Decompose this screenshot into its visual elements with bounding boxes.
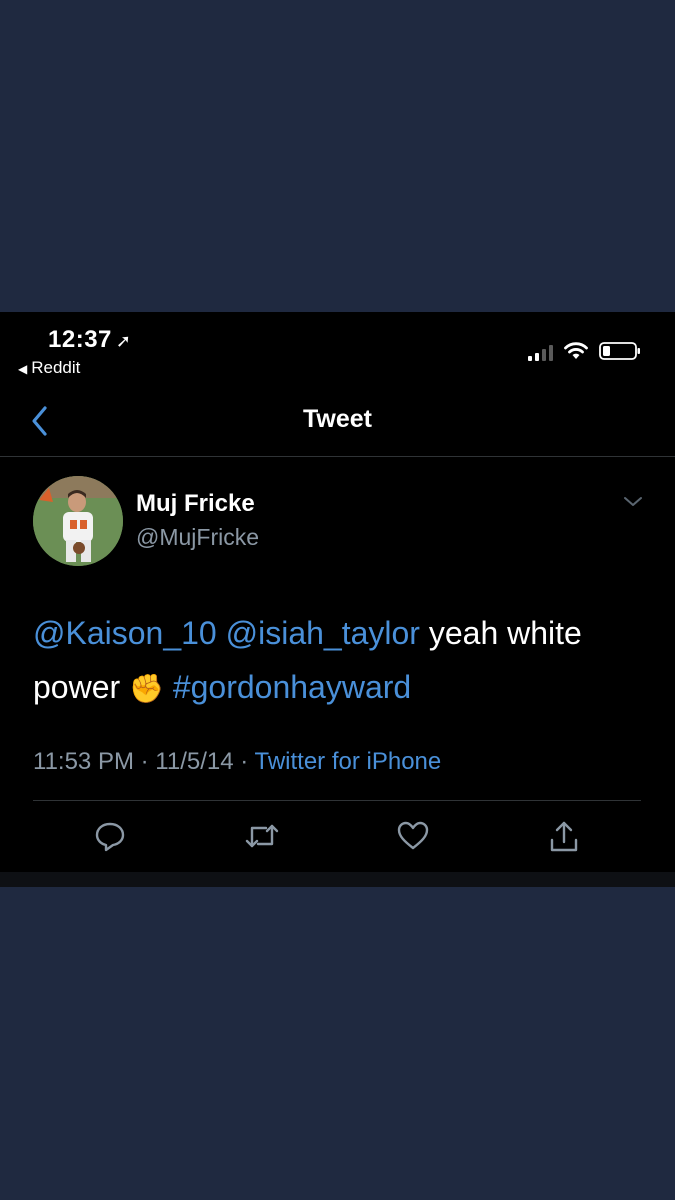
raised-fist-emoji: ✊ [129, 673, 164, 704]
divider [33, 800, 641, 801]
tweet-source-link[interactable]: Twitter for iPhone [255, 748, 442, 775]
clock-text: 12:37 [48, 326, 112, 353]
status-icons [528, 339, 641, 361]
signal-icon [528, 343, 553, 361]
meta-separator: · [240, 748, 249, 775]
avatar-photo [33, 476, 123, 566]
reply-icon[interactable] [94, 820, 126, 852]
chevron-down-icon[interactable] [622, 495, 644, 509]
mention-link[interactable]: @Kaison_10 [33, 615, 217, 651]
back-to-app-button[interactable]: ◀ Reddit [18, 358, 80, 378]
screen-bottom-edge [0, 872, 675, 887]
tweet-meta: 11:53 PM · 11/5/14 · Twitter for iPhone [33, 748, 441, 776]
wifi-icon [564, 342, 588, 359]
avatar[interactable] [33, 476, 123, 566]
location-arrow-icon: ➚ [115, 331, 132, 351]
like-icon[interactable] [396, 820, 430, 852]
battery-icon [599, 342, 640, 360]
mention-link[interactable]: @isiah_taylor [226, 615, 420, 651]
tweet-time: 11:53 PM [33, 748, 134, 775]
display-name[interactable]: Muj Fricke [136, 490, 255, 518]
user-handle[interactable]: @MujFricke [136, 524, 259, 551]
share-icon[interactable] [548, 820, 580, 854]
back-app-label: Reddit [31, 358, 81, 377]
page-title: Tweet [303, 405, 372, 433]
back-triangle-icon: ◀ [18, 362, 28, 376]
tweet-date: 11/5/14 [155, 748, 234, 775]
hashtag-link[interactable]: #gordonhayward [173, 669, 411, 705]
tweet-text: @Kaison_10 @isiah_taylor yeah white powe… [33, 606, 643, 716]
status-time: 12:37 ➚ [48, 326, 131, 354]
retweet-icon[interactable] [244, 820, 280, 852]
meta-separator: · [140, 748, 149, 775]
phone-screenshot: 12:37 ➚ ◀ Reddit Tweet Muj Fricke @MujFr… [0, 312, 675, 887]
